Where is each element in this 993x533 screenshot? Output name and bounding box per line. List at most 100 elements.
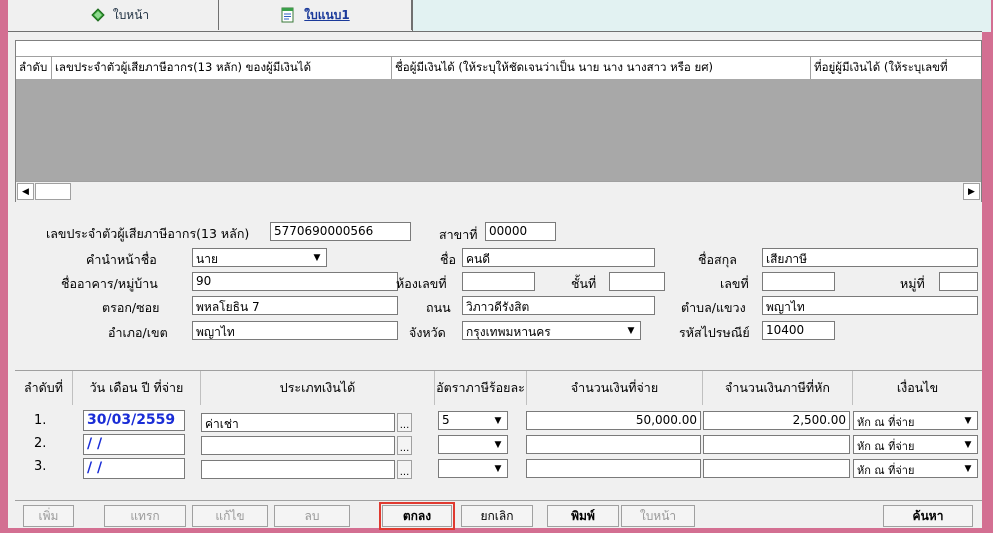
amount-field[interactable] bbox=[526, 459, 701, 478]
surname-label: ชื่อสกุล bbox=[698, 252, 737, 267]
condition-value: หัก ณ ที่จ่าย bbox=[857, 440, 915, 453]
income-items-table: ลำดับที่ วัน เดือน ปี ที่จ่าย ประเภทเงิน… bbox=[15, 370, 982, 497]
tab-label: ใบแนบ1 bbox=[304, 7, 350, 22]
house-no-label: เลขที่ bbox=[720, 276, 749, 291]
grid-col-tax-id[interactable]: เลขประจำตัวผู้เสียภาษีอากร(13 หลัก) ของผ… bbox=[52, 57, 392, 79]
prefix-label: คำนำหน้าชื่อ bbox=[86, 252, 157, 267]
moo-label: หมู่ที่ bbox=[900, 276, 925, 291]
name-field[interactable]: คนดี bbox=[462, 248, 655, 267]
condition-select[interactable]: หัก ณ ที่จ่าย ▼ bbox=[853, 459, 978, 478]
building-label: ชื่ออาคาร/หมู่บ้าน bbox=[61, 276, 158, 291]
income-type-field[interactable] bbox=[201, 436, 395, 455]
tax-field[interactable] bbox=[703, 459, 850, 478]
col-income-type: ประเภทเงินได้ bbox=[201, 371, 435, 405]
chevron-down-icon[interactable]: ▼ bbox=[960, 461, 976, 476]
income-type-picker-button[interactable]: ... bbox=[397, 460, 412, 479]
scroll-thumb[interactable] bbox=[35, 183, 71, 200]
condition-select[interactable]: หัก ณ ที่จ่าย ▼ bbox=[853, 435, 978, 454]
postal-field[interactable]: 10400 bbox=[762, 321, 835, 340]
front-page-button[interactable]: ใบหน้า bbox=[621, 505, 695, 527]
branch-field[interactable]: 00000 bbox=[485, 222, 556, 241]
horizontal-scrollbar[interactable]: ◀ ▶ bbox=[16, 181, 981, 202]
edit-button[interactable]: แก้ไข bbox=[192, 505, 268, 527]
ok-button[interactable]: ตกลง bbox=[379, 502, 455, 530]
insert-button[interactable]: แทรก bbox=[104, 505, 186, 527]
grid-col-name[interactable]: ชื่อผู้มีเงินได้ (ให้ระบุให้ชัดเจนว่าเป็… bbox=[392, 57, 811, 79]
district-label: อำเภอ/เขต bbox=[108, 325, 168, 340]
income-type-field[interactable] bbox=[201, 460, 395, 479]
amount-field[interactable] bbox=[526, 435, 701, 454]
chevron-down-icon[interactable]: ▼ bbox=[960, 437, 976, 452]
moo-field[interactable] bbox=[939, 272, 978, 291]
tab-bar-empty-area bbox=[412, 0, 991, 32]
date-field[interactable]: / / bbox=[83, 458, 185, 479]
date-field[interactable]: / / bbox=[83, 434, 185, 455]
delete-button[interactable]: ลบ bbox=[274, 505, 350, 527]
cancel-button[interactable]: ยกเลิก bbox=[461, 505, 533, 527]
print-button[interactable]: พิมพ์ bbox=[547, 505, 619, 527]
district-field[interactable]: พญาไท bbox=[192, 321, 398, 340]
rate-select[interactable]: ▼ bbox=[438, 435, 508, 454]
tax-id-label: เลขประจำตัวผู้เสียภาษีอากร(13 หลัก) bbox=[46, 226, 250, 241]
condition-value: หัก ณ ที่จ่าย bbox=[857, 416, 915, 429]
tax-field[interactable]: 2,500.00 bbox=[703, 411, 850, 430]
subdistrict-label: ตำบล/แขวง bbox=[681, 300, 746, 315]
road-label: ถนน bbox=[426, 300, 451, 315]
income-type-field[interactable]: ค่าเช่า bbox=[201, 413, 395, 432]
amount-field[interactable]: 50,000.00 bbox=[526, 411, 701, 430]
col-condition: เงื่อนไข bbox=[896, 380, 939, 395]
name-label: ชื่อ bbox=[440, 252, 456, 267]
col-rate: อัตราภาษีร้อยละ bbox=[435, 371, 527, 405]
floor-field[interactable] bbox=[609, 272, 665, 291]
room-label: ห้องเลขที่ bbox=[396, 276, 447, 291]
grid-col-no[interactable]: ลำดับ bbox=[16, 57, 52, 79]
house-no-field[interactable] bbox=[762, 272, 835, 291]
tab-attachment-1[interactable]: ใบแนบ1 bbox=[218, 0, 412, 30]
chevron-down-icon[interactable]: ▼ bbox=[309, 250, 325, 265]
chevron-down-icon[interactable]: ▼ bbox=[490, 413, 506, 428]
income-type-picker-button[interactable]: ... bbox=[397, 436, 412, 455]
chevron-down-icon[interactable]: ▼ bbox=[960, 413, 976, 428]
grid-header: ลำดับ เลขประจำตัวผู้เสียภาษีอากร(13 หลัก… bbox=[16, 56, 981, 80]
tab-label: ใบหน้า bbox=[112, 7, 150, 22]
building-field[interactable]: 90 bbox=[192, 272, 398, 291]
action-button-bar: เพิ่ม แทรก แก้ไข ลบ ตกลง ยกเลิก พิมพ์ ใบ… bbox=[15, 500, 982, 530]
col-amount: จำนวนเงินที่จ่าย bbox=[527, 371, 703, 405]
road-field[interactable]: วิภาวดีรังสิต bbox=[462, 296, 655, 315]
col-tax: จำนวนเงินภาษีที่หัก bbox=[703, 371, 853, 405]
green-diamond-icon bbox=[91, 8, 105, 22]
payee-list-grid[interactable]: ลำดับ เลขประจำตัวผู้เสียภาษีอากร(13 หลัก… bbox=[15, 40, 982, 202]
tax-id-field[interactable]: 5770690000566 bbox=[270, 222, 411, 241]
floor-label: ชั้นที่ bbox=[571, 276, 597, 291]
add-button[interactable]: เพิ่ม bbox=[23, 505, 74, 527]
tab-divider bbox=[8, 31, 982, 32]
soi-field[interactable]: พหลโยธิน 7 bbox=[192, 296, 398, 315]
room-field[interactable] bbox=[462, 272, 535, 291]
branch-label: สาขาที่ bbox=[439, 227, 478, 242]
window-frame-bottom bbox=[0, 528, 993, 533]
tab-front-page[interactable]: ใบหน้า bbox=[26, 0, 214, 30]
rate-select[interactable]: 5 ▼ bbox=[438, 411, 508, 430]
soi-label: ตรอก/ซอย bbox=[102, 300, 160, 315]
search-button[interactable]: ค้นหา bbox=[883, 505, 973, 527]
grid-col-address[interactable]: ที่อยู่ผู้มีเงินได้ (ให้ระบุเลขที่ bbox=[811, 57, 981, 79]
chevron-down-icon[interactable]: ▼ bbox=[623, 323, 639, 338]
scroll-left-icon[interactable]: ◀ bbox=[17, 183, 34, 200]
rate-select[interactable]: ▼ bbox=[438, 459, 508, 478]
row-number: 1. bbox=[34, 413, 47, 428]
condition-select[interactable]: หัก ณ ที่จ่าย ▼ bbox=[853, 411, 978, 430]
prefix-select[interactable]: นาย ▼ bbox=[192, 248, 327, 267]
tax-field[interactable] bbox=[703, 435, 850, 454]
chevron-down-icon[interactable]: ▼ bbox=[490, 437, 506, 452]
province-select[interactable]: กรุงเทพมหานคร ▼ bbox=[462, 321, 641, 340]
surname-field[interactable]: เสียภาษี bbox=[762, 248, 978, 267]
tab-bar: ใบหน้า ใบแนบ1 bbox=[8, 0, 991, 32]
document-page-icon bbox=[281, 7, 294, 23]
row-number: 2. bbox=[34, 436, 47, 451]
payee-form: เลขประจำตัวผู้เสียภาษีอากร(13 หลัก) 5770… bbox=[15, 210, 982, 370]
date-field[interactable]: 30/03/2559 bbox=[83, 410, 185, 431]
subdistrict-field[interactable]: พญาไท bbox=[762, 296, 978, 315]
scroll-right-icon[interactable]: ▶ bbox=[963, 183, 980, 200]
chevron-down-icon[interactable]: ▼ bbox=[490, 461, 506, 476]
income-type-picker-button[interactable]: ... bbox=[397, 413, 412, 432]
